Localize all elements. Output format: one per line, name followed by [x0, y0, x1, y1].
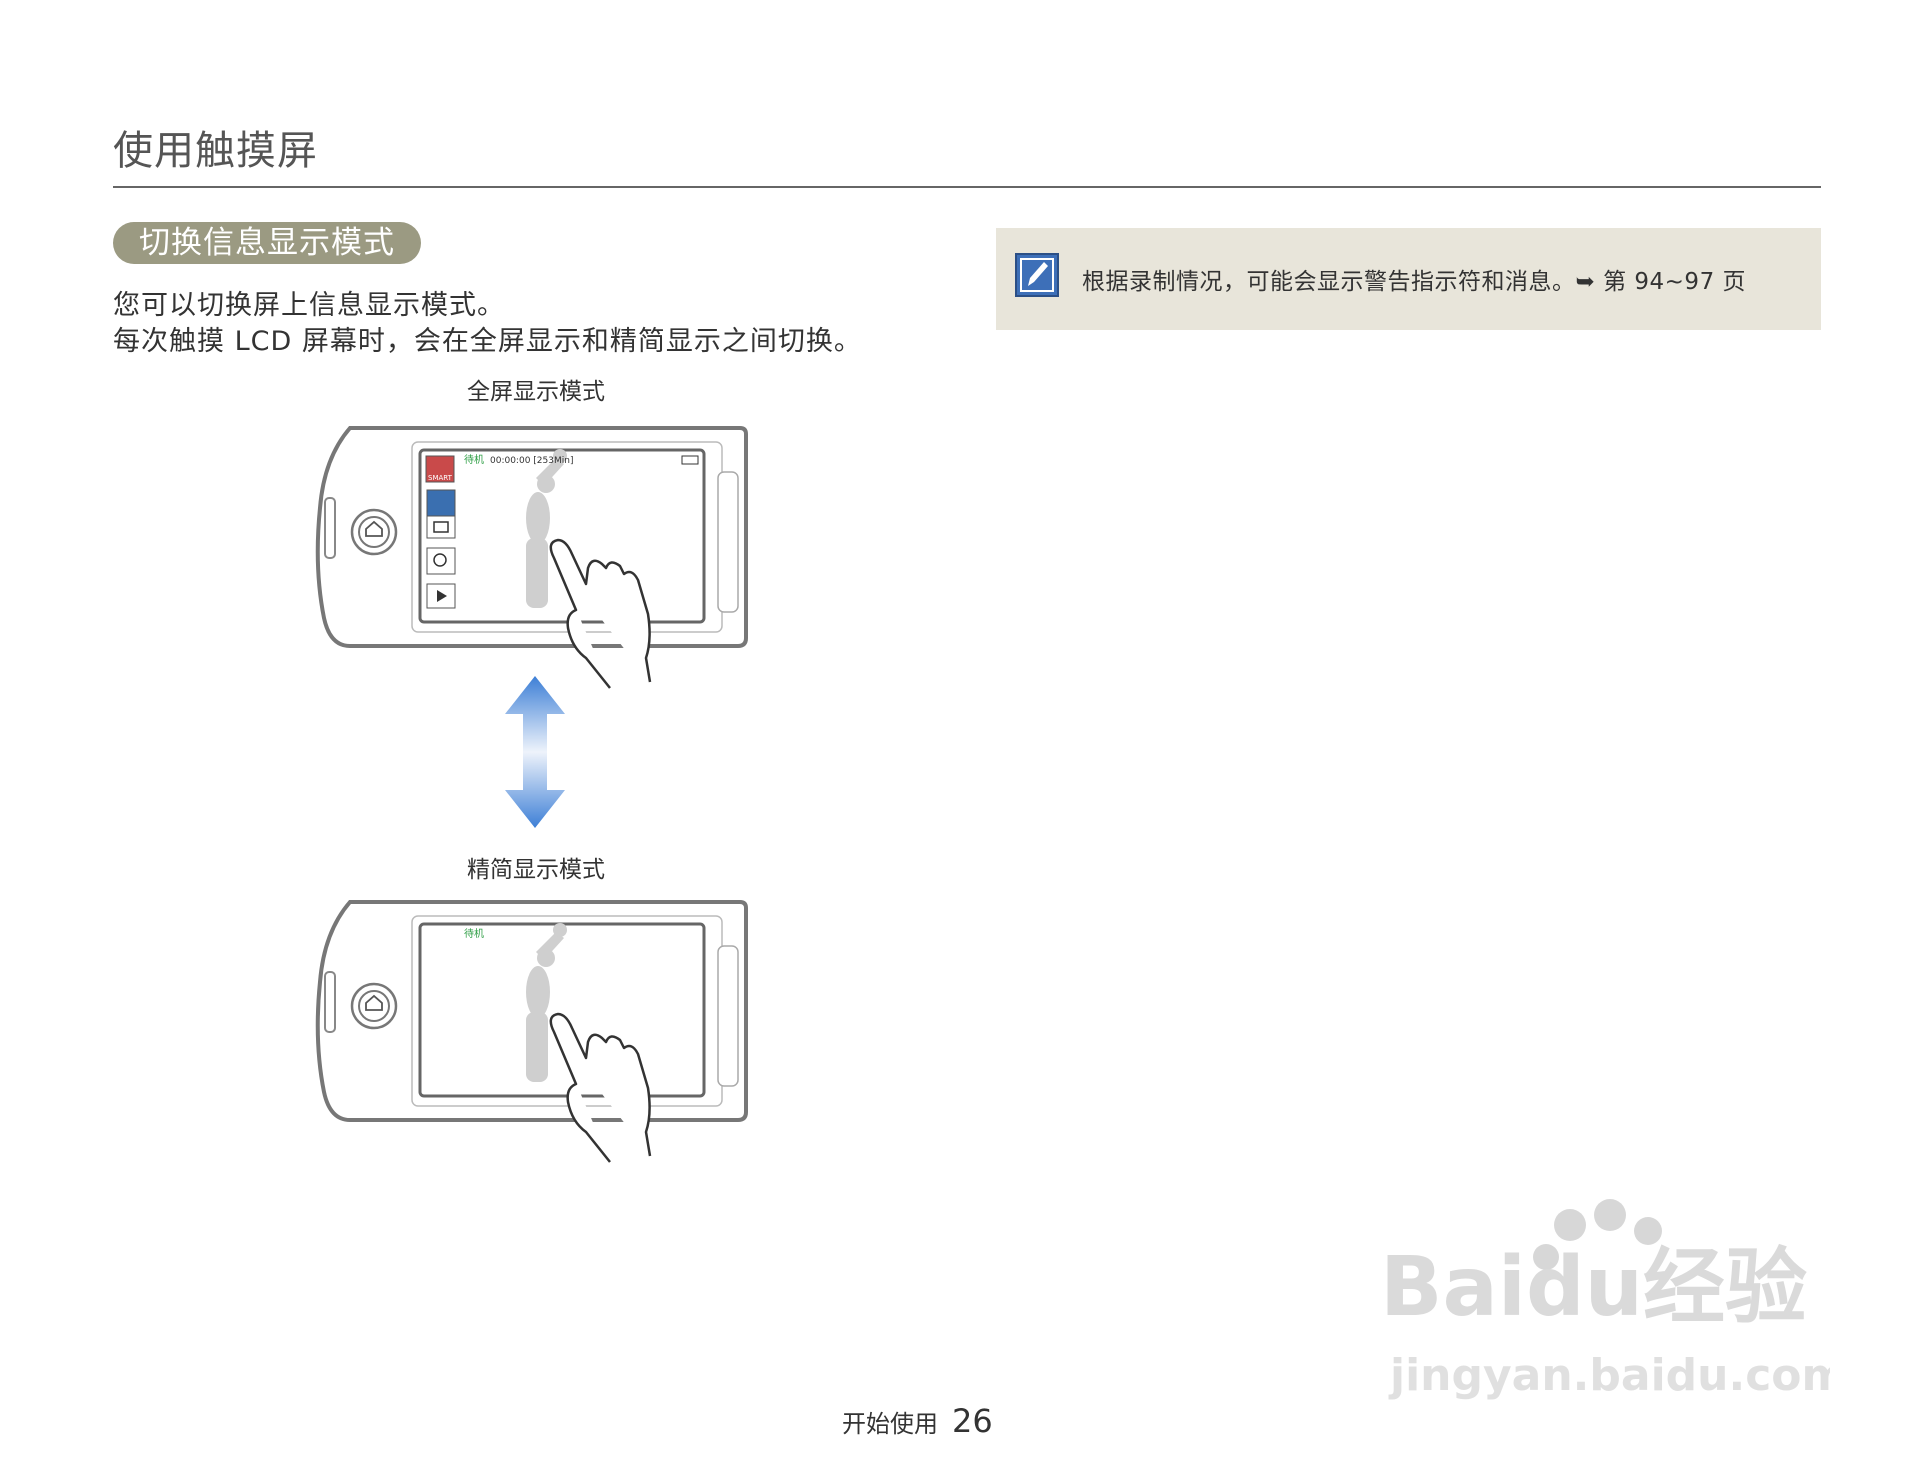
status-time: 00:00:00 [253Min] — [490, 456, 573, 466]
body-text-line-1: 您可以切换屏上信息显示模式。 — [113, 290, 505, 321]
note-pencil-icon — [1015, 253, 1059, 297]
page-number: 26 — [952, 1402, 993, 1440]
watermark-url: jingyan.baidu.com — [1388, 1350, 1830, 1401]
full-mode-caption: 全屏显示模式 — [467, 379, 605, 405]
smart-label: SMART — [428, 474, 453, 482]
video-mode-icon — [426, 489, 456, 517]
full-display-illustration: SMART 待机 00:00:00 [253Min] — [315, 426, 748, 689]
simple-display-illustration: 待机 — [315, 900, 748, 1163]
section-badge: 切换信息显示模式 — [113, 222, 421, 264]
status-label: 待机 — [464, 927, 484, 940]
baidu-watermark-logo: Baidu经验 jingyan.baidu.com — [1380, 1199, 1830, 1401]
status-label: 待机 — [464, 453, 484, 466]
simple-mode-caption: 精简显示模式 — [467, 857, 605, 883]
body-text-line-2: 每次触摸 LCD 屏幕时，会在全屏显示和精简显示之间切换。 — [113, 326, 862, 357]
photo-mode-icon — [426, 515, 456, 539]
page-title: 使用触摸屏 — [113, 128, 318, 174]
note-text: 根据录制情况，可能会显示警告指示符和消息。➥ 第 94~97 页 — [1082, 269, 1747, 295]
toggle-arrow-icon — [505, 676, 565, 828]
footer-section: 开始使用 — [842, 1410, 938, 1438]
watermark-brand: Baidu经验 — [1380, 1240, 1807, 1335]
title-divider — [113, 186, 1821, 188]
page-footer: 开始使用 26 — [842, 1402, 993, 1440]
zoom-icon — [426, 547, 456, 575]
